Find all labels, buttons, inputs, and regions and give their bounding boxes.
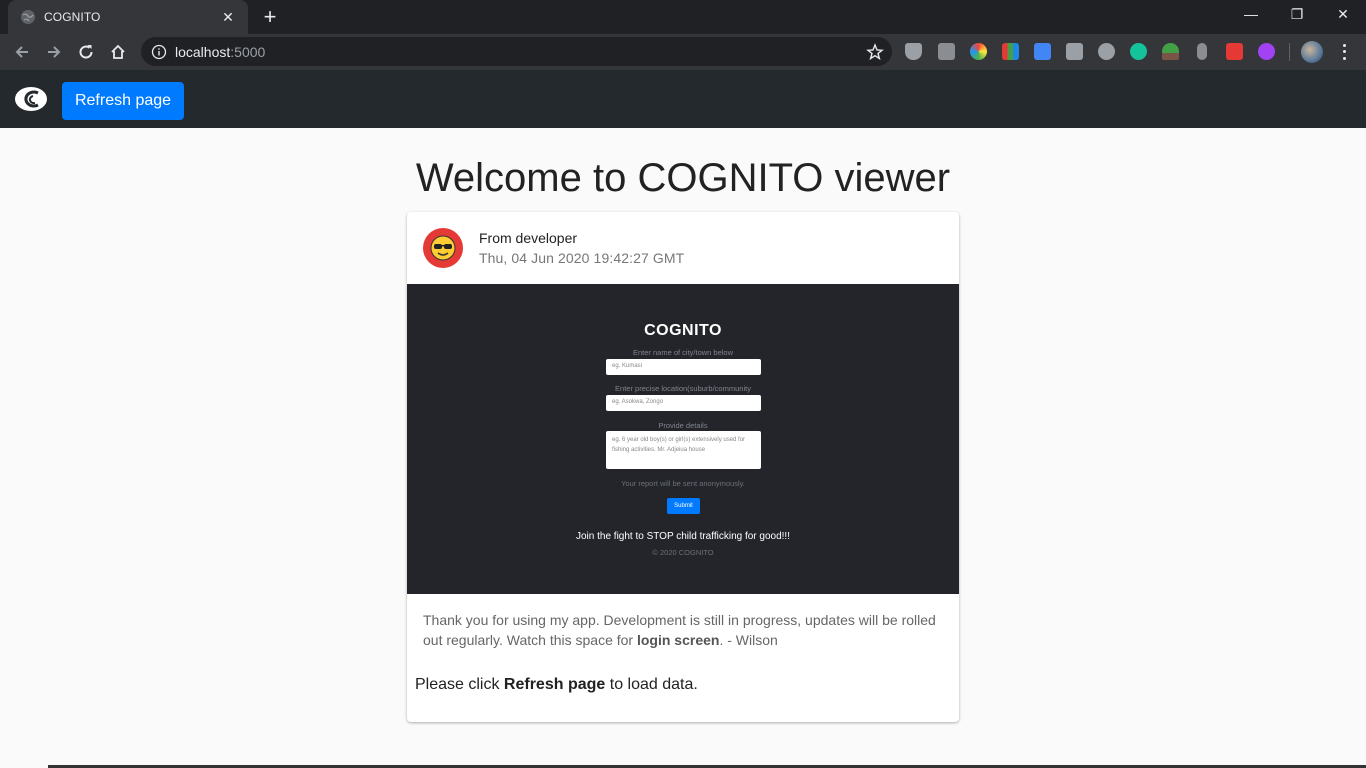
profile-avatar[interactable]	[1301, 41, 1323, 63]
toolbar-separator	[1289, 43, 1290, 61]
card-message: Thank you for using my app. Development …	[423, 612, 936, 648]
message-card: From developer Thu, 04 Jun 2020 19:42:27…	[407, 212, 959, 722]
address-bar[interactable]: localhost:5000	[141, 37, 892, 66]
refresh-page-button[interactable]: Refresh page	[62, 82, 184, 120]
reload-icon	[79, 45, 93, 59]
media-city-label: Enter name of city/town below	[632, 348, 734, 357]
media-submit-button: Submit	[667, 498, 700, 514]
globe-icon	[21, 10, 35, 24]
card-date: Thu, 04 Jun 2020 19:42:27 GMT	[479, 250, 685, 266]
minimize-button[interactable]: —	[1228, 0, 1274, 30]
arrow-right-icon	[48, 46, 61, 58]
cloud-icon[interactable]	[1098, 43, 1115, 60]
close-window-button[interactable]: ✕	[1320, 0, 1366, 30]
url-host: localhost	[175, 43, 231, 60]
back-button[interactable]	[10, 40, 34, 64]
card-author: From developer	[479, 230, 578, 246]
translate-icon[interactable]	[1034, 43, 1051, 60]
card-cta-bold: Refresh page	[503, 676, 606, 693]
browser-tab[interactable]: COGNITO ✕	[8, 0, 248, 34]
reload-button[interactable]	[74, 40, 98, 64]
url-port: :5000	[230, 43, 266, 60]
media-city-input: eg. Kumasi	[606, 359, 761, 375]
browser-tabstrip: COGNITO ✕ + — ❐ ✕	[0, 0, 1366, 34]
grammarly-icon[interactable]	[1130, 43, 1147, 60]
new-tab-button[interactable]: +	[256, 4, 284, 30]
media-details-label: Provide details	[658, 421, 708, 430]
media-location-input: eg. Asokwa, Zongo	[606, 395, 761, 411]
app-navbar: Refresh page	[0, 70, 1366, 128]
cognito-logo-icon	[15, 87, 47, 111]
home-icon	[111, 44, 125, 59]
card-message-bold: login screen	[636, 632, 720, 648]
media-slogan: Join the fight to STOP child trafficking…	[575, 531, 790, 542]
page-title: Welcome to COGNITO viewer	[415, 156, 951, 200]
media-details-textarea: eg. 6 year old boy(s) or girl(s) extensi…	[606, 431, 761, 469]
forward-button[interactable]	[42, 40, 66, 64]
shield-icon[interactable]	[905, 43, 922, 60]
tab-title: COGNITO	[44, 10, 101, 24]
info-icon	[151, 44, 167, 59]
tab-close-icon[interactable]: ✕	[218, 9, 238, 26]
purple-icon[interactable]	[1258, 43, 1275, 60]
figure-icon[interactable]	[1197, 43, 1207, 60]
browser-toolbar: localhost:5000	[0, 34, 1366, 70]
card-media-image: COGNITO Enter name of city/town below eg…	[407, 284, 959, 594]
ruby-icon[interactable]	[1226, 43, 1243, 60]
card-cta: Please click Refresh page to load data.	[415, 676, 698, 693]
bookmark-star-icon[interactable]	[866, 43, 884, 61]
palette-icon[interactable]	[1002, 43, 1019, 60]
media-title: COGNITO	[644, 322, 722, 339]
a-icon[interactable]	[938, 43, 955, 60]
browser-menu-icon[interactable]	[1336, 42, 1352, 62]
color-icon[interactable]	[970, 43, 987, 60]
media-copyright: © 2020 COGNITO	[652, 548, 714, 557]
camera-icon[interactable]	[1066, 43, 1083, 60]
avatar	[423, 228, 463, 268]
restore-button[interactable]: ❐	[1274, 0, 1320, 30]
tree-icon[interactable]	[1162, 43, 1179, 60]
sunglasses-emoji-icon	[430, 235, 456, 261]
home-button[interactable]	[106, 40, 130, 64]
card-header: From developer Thu, 04 Jun 2020 19:42:27…	[407, 212, 959, 284]
arrow-left-icon	[15, 46, 28, 58]
media-anon-note: Your report will be sent anonymously.	[621, 479, 745, 488]
media-location-label: Enter precise location(suburb/community	[615, 384, 751, 393]
